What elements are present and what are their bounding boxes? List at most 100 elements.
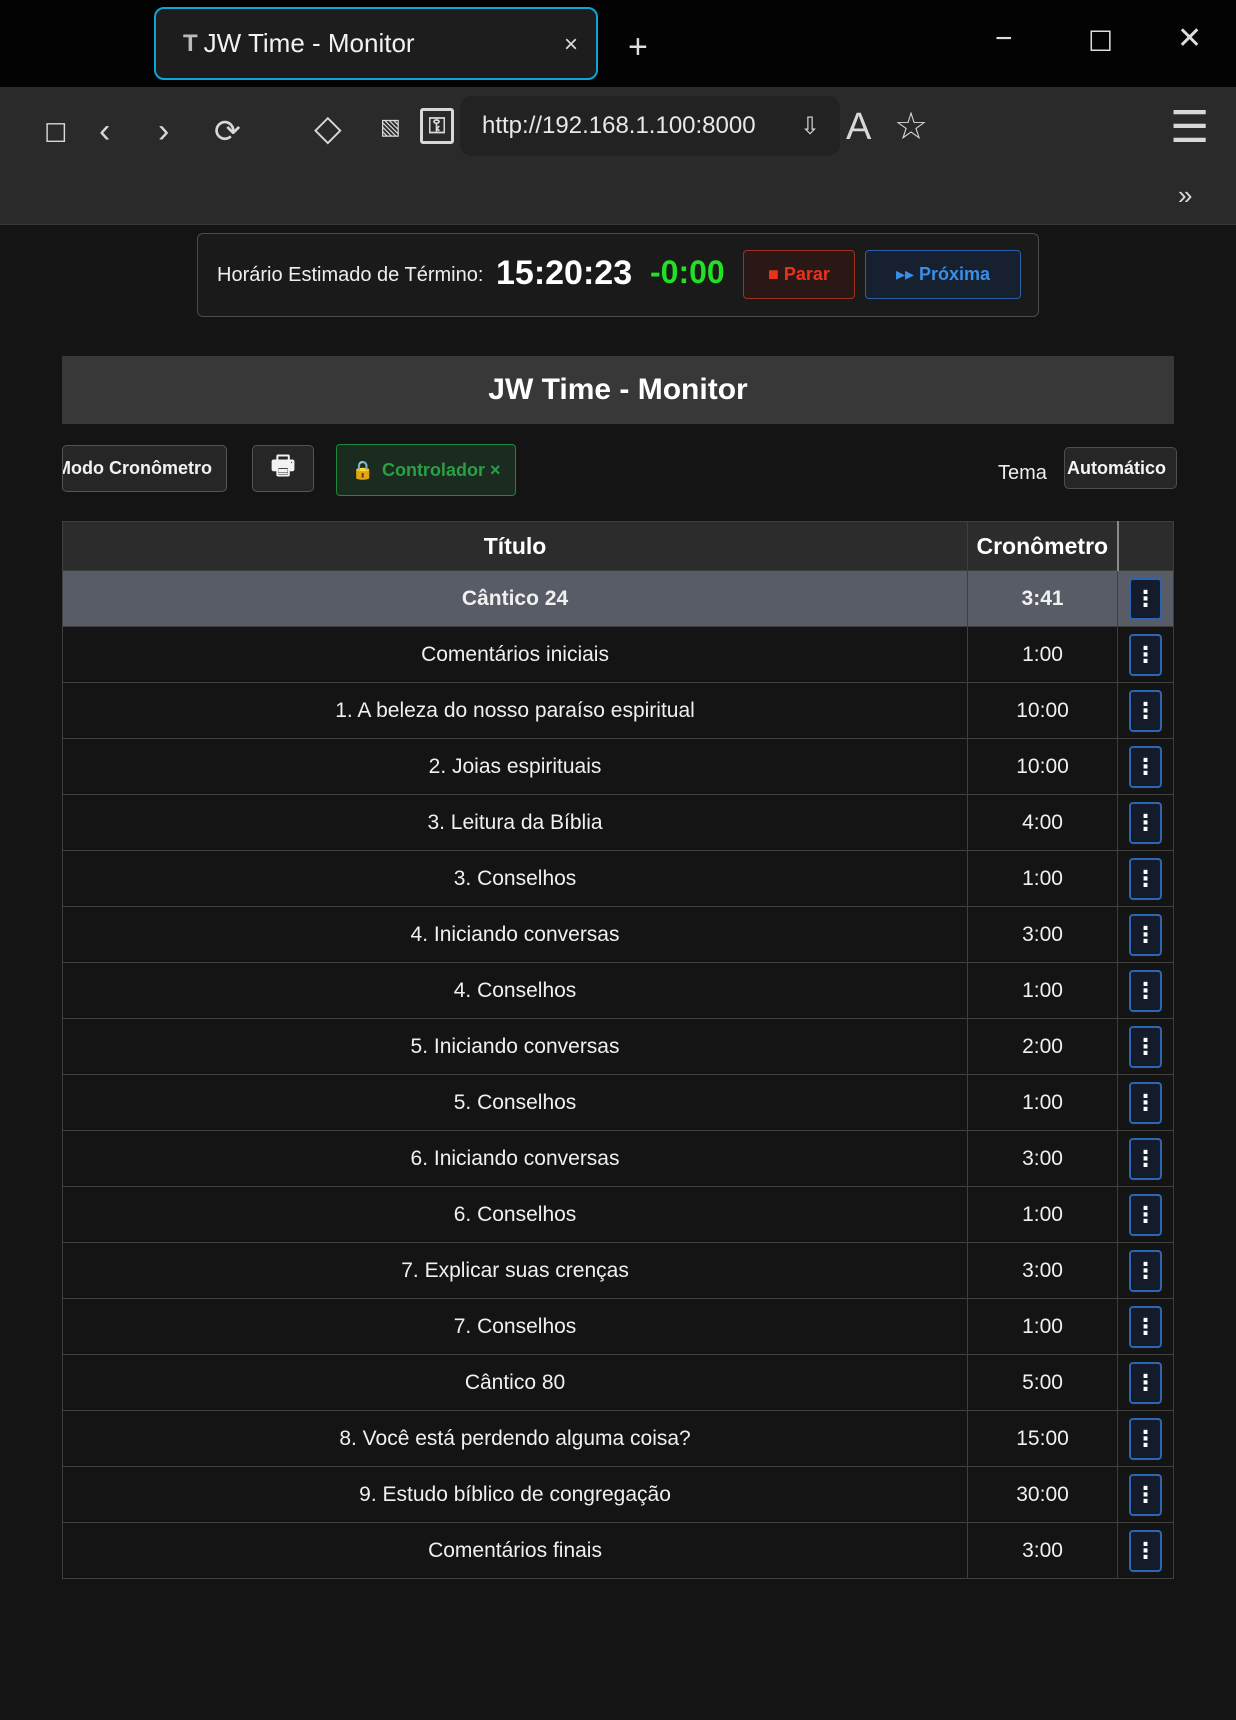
row-timer: 1:00: [967, 626, 1119, 683]
row-actions: ⋮: [1117, 1186, 1174, 1243]
table-row[interactable]: 8. Você está perdendo alguma coisa? 15:00…: [61, 1410, 1174, 1467]
browser-tab[interactable]: T JW Time - Monitor ×: [154, 7, 598, 80]
table-row[interactable]: 7. Explicar suas crenças 3:00 ⋮: [61, 1242, 1174, 1299]
table-row[interactable]: Comentários iniciais 1:00 ⋮: [61, 626, 1174, 683]
minimize-icon[interactable]: −: [995, 24, 1013, 54]
table-row[interactable]: Cântico 80 5:00 ⋮: [61, 1354, 1174, 1411]
theme-select-value: Automático: [1067, 457, 1166, 478]
stop-button[interactable]: ■ Parar: [743, 250, 855, 299]
table-row[interactable]: 1. A beleza do nosso paraíso espiritual 1…: [61, 682, 1174, 739]
row-menu-button[interactable]: ⋮: [1129, 1249, 1162, 1292]
theme-select[interactable]: Automático: [1064, 447, 1177, 489]
estimated-end-label: Horário Estimado de Término:: [217, 264, 484, 286]
sidebar-toggle-icon[interactable]: ☐: [44, 120, 67, 146]
row-timer: 1:00: [967, 1298, 1119, 1355]
maximize-icon[interactable]: ☐: [1088, 28, 1113, 56]
table-row[interactable]: 6. Iniciando conversas 3:00 ⋮: [61, 1130, 1174, 1187]
table-row[interactable]: 3. Conselhos 1:00 ⋮: [61, 850, 1174, 907]
row-title: 2. Joias espirituais: [61, 738, 969, 795]
row-title: Comentários iniciais: [61, 626, 969, 683]
row-menu-button[interactable]: ⋮: [1129, 577, 1162, 620]
extensions-icon[interactable]: ◇: [314, 110, 342, 146]
kebab-menu-icon: ⋮: [1134, 585, 1157, 611]
table-row[interactable]: Comentários finais 3:00 ⋮: [61, 1522, 1174, 1579]
row-menu-button[interactable]: ⋮: [1129, 1473, 1162, 1516]
row-timer: 3:00: [967, 906, 1119, 963]
row-title: 4. Iniciando conversas: [61, 906, 969, 963]
row-actions: ⋮: [1117, 1298, 1174, 1355]
toolbar-overflow-icon[interactable]: »: [1178, 182, 1192, 208]
table-row[interactable]: 7. Conselhos 1:00 ⋮: [61, 1298, 1174, 1355]
lock-icon: 🔒: [351, 459, 374, 480]
table-row[interactable]: Cântico 24 3:41 ⋮: [61, 570, 1174, 627]
bookmark-star-icon[interactable]: ☆: [894, 108, 928, 146]
kebab-menu-icon: ⋮: [1134, 1257, 1157, 1283]
mode-button[interactable]: Modo Cronômetro: [62, 445, 227, 492]
row-menu-button[interactable]: ⋮: [1129, 1025, 1162, 1068]
row-menu-button[interactable]: ⋮: [1129, 1137, 1162, 1180]
table-row[interactable]: 6. Conselhos 1:00 ⋮: [61, 1186, 1174, 1243]
row-actions: ⋮: [1117, 962, 1174, 1019]
row-menu-button[interactable]: ⋮: [1129, 913, 1162, 956]
reload-icon[interactable]: ⟳: [214, 115, 241, 147]
row-menu-button[interactable]: ⋮: [1129, 857, 1162, 900]
row-title: 6. Iniciando conversas: [61, 1130, 969, 1187]
controller-toggle[interactable]: 🔒 Controlador ×: [336, 444, 516, 496]
kebab-menu-icon: ⋮: [1134, 921, 1157, 947]
row-actions: ⋮: [1117, 906, 1174, 963]
tab-close-icon[interactable]: ×: [564, 31, 578, 59]
row-menu-button[interactable]: ⋮: [1129, 1305, 1162, 1348]
site-info-icon[interactable]: ⚿: [420, 108, 454, 144]
row-timer: 2:00: [967, 1018, 1119, 1075]
row-actions: ⋮: [1117, 1410, 1174, 1467]
column-header-title: Título: [61, 521, 969, 571]
row-actions: ⋮: [1117, 570, 1174, 627]
page-header: JW Time - Monitor: [62, 356, 1174, 424]
row-actions: ⋮: [1117, 738, 1174, 795]
row-timer: 3:00: [967, 1130, 1119, 1187]
next-button[interactable]: ▸▸ Próxima: [865, 250, 1021, 299]
row-timer: 1:00: [967, 1074, 1119, 1131]
row-menu-button[interactable]: ⋮: [1129, 801, 1162, 844]
new-tab-button[interactable]: +: [628, 30, 648, 64]
print-icon: 🖶: [270, 449, 296, 480]
table-row[interactable]: 9. Estudo bíblico de congregação 30:00 ⋮: [61, 1466, 1174, 1523]
address-bar-url[interactable]: http://192.168.1.100:8000: [482, 112, 756, 140]
table-row[interactable]: 5. Conselhos 1:00 ⋮: [61, 1074, 1174, 1131]
row-actions: ⋮: [1117, 1354, 1174, 1411]
row-menu-button[interactable]: ⋮: [1129, 689, 1162, 732]
reader-mode-icon[interactable]: A: [846, 108, 871, 146]
table-row[interactable]: 4. Iniciando conversas 3:00 ⋮: [61, 906, 1174, 963]
row-timer: 3:41: [967, 570, 1119, 627]
forward-icon[interactable]: ›: [158, 114, 169, 148]
row-actions: ⋮: [1117, 1242, 1174, 1299]
table-row[interactable]: 3. Leitura da Bíblia 4:00 ⋮: [61, 794, 1174, 851]
kebab-menu-icon: ⋮: [1134, 809, 1157, 835]
row-menu-button[interactable]: ⋮: [1129, 1529, 1162, 1572]
row-actions: ⋮: [1117, 682, 1174, 739]
table-row[interactable]: 2. Joias espirituais 10:00 ⋮: [61, 738, 1174, 795]
row-title: 7. Conselhos: [61, 1298, 969, 1355]
row-timer: 10:00: [967, 682, 1119, 739]
mode-button-label: Modo Cronômetro: [62, 458, 212, 478]
close-window-icon[interactable]: ✕: [1177, 24, 1202, 54]
table-row[interactable]: 4. Conselhos 1:00 ⋮: [61, 962, 1174, 1019]
row-menu-button[interactable]: ⋮: [1129, 745, 1162, 788]
row-actions: ⋮: [1117, 1018, 1174, 1075]
site-settings-icon[interactable]: ▧: [380, 116, 401, 138]
row-actions: ⋮: [1117, 1074, 1174, 1131]
row-menu-button[interactable]: ⋮: [1129, 969, 1162, 1012]
row-title: Cântico 80: [61, 1354, 969, 1411]
column-header-timer: Cronômetro: [967, 521, 1119, 571]
menu-hamburger-icon[interactable]: ☰: [1170, 106, 1209, 150]
back-icon[interactable]: ‹: [99, 114, 110, 148]
row-menu-button[interactable]: ⋮: [1129, 1361, 1162, 1404]
row-menu-button[interactable]: ⋮: [1129, 1417, 1162, 1460]
row-menu-button[interactable]: ⋮: [1129, 1081, 1162, 1124]
row-menu-button[interactable]: ⋮: [1129, 1193, 1162, 1236]
kebab-menu-icon: ⋮: [1134, 977, 1157, 1003]
row-menu-button[interactable]: ⋮: [1129, 633, 1162, 676]
download-icon[interactable]: ⇩: [800, 115, 820, 139]
print-button[interactable]: 🖶: [252, 445, 314, 492]
table-row[interactable]: 5. Iniciando conversas 2:00 ⋮: [61, 1018, 1174, 1075]
